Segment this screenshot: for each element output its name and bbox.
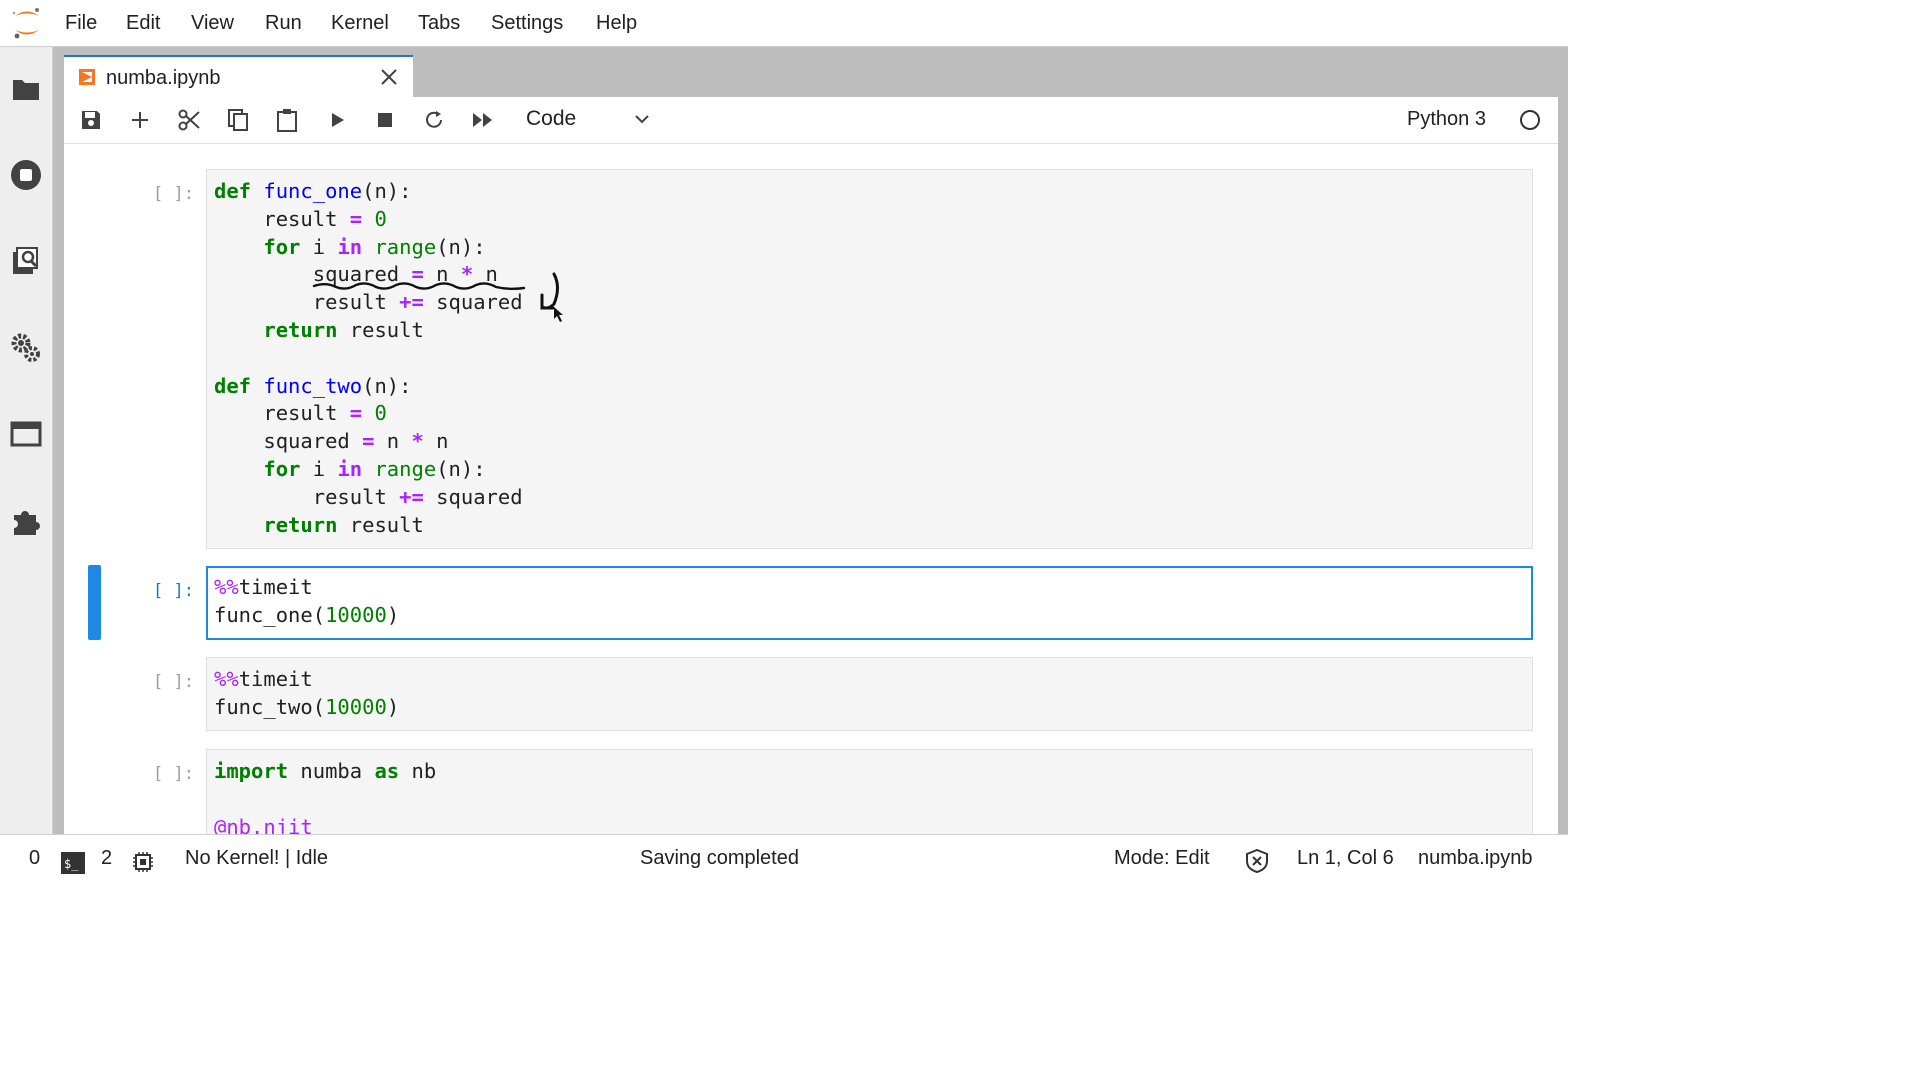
paste-icon[interactable] xyxy=(274,107,300,133)
extension-icon[interactable] xyxy=(10,505,42,537)
copy-icon[interactable] xyxy=(225,107,251,133)
kernel-state[interactable]: No Kernel! | Idle xyxy=(185,847,328,870)
kernel-chip-icon[interactable] xyxy=(132,851,154,873)
kernel-name[interactable]: Python 3 xyxy=(1407,108,1486,131)
cell-prompt: [ ]: xyxy=(153,184,194,204)
menu-file[interactable]: File xyxy=(65,12,97,35)
active-cell-indicator xyxy=(88,565,101,640)
menu-view[interactable]: View xyxy=(191,12,234,35)
save-icon[interactable] xyxy=(78,107,104,133)
left-sidebar xyxy=(0,47,53,834)
edit-mode: Mode: Edit xyxy=(1114,847,1210,869)
code-cell-input[interactable]: %%timeit func_two(10000) xyxy=(206,657,1533,731)
cell-prompt: [ ]: xyxy=(153,672,194,692)
stop-icon[interactable] xyxy=(372,107,398,133)
notebook-icon xyxy=(79,69,95,85)
menu-edit[interactable]: Edit xyxy=(126,12,160,35)
cell-prompt: [ ]: xyxy=(153,764,194,784)
code-cell-input[interactable]: %%timeit func_one(10000) xyxy=(206,566,1533,640)
kernel-count[interactable]: 2 xyxy=(101,847,112,870)
tabs-icon[interactable] xyxy=(10,418,42,450)
menu-kernel[interactable]: Kernel xyxy=(331,12,389,35)
running-kernels-icon[interactable] xyxy=(10,159,42,191)
menu-settings[interactable]: Settings xyxy=(491,12,563,35)
tab-label: numba.ipynb xyxy=(106,67,221,89)
jupyter-logo-icon[interactable] xyxy=(8,4,46,42)
cell-prompt: [ ]: xyxy=(153,581,194,601)
notebook-toolbar: Code Python 3 xyxy=(64,97,1558,144)
cell-type-select[interactable]: Code xyxy=(526,107,576,131)
terminal-count[interactable]: 0 xyxy=(29,847,40,870)
svg-text:$_: $_ xyxy=(64,857,79,871)
folder-icon[interactable] xyxy=(10,73,42,105)
code-cell-input[interactable]: def func_one(n): result = 0 for i in ran… xyxy=(206,169,1533,549)
kernel-status-icon xyxy=(1520,110,1540,130)
notebook-tab[interactable]: numba.ipynb xyxy=(64,55,413,97)
menu-run[interactable]: Run xyxy=(265,12,302,35)
terminal-icon[interactable]: $_ xyxy=(61,852,85,874)
property-inspector-icon[interactable] xyxy=(10,332,42,364)
code-text: %%timeit func_two(10000) xyxy=(214,667,400,719)
command-palette-icon[interactable] xyxy=(10,245,42,277)
status-file-name: numba.ipynb xyxy=(1418,847,1533,869)
run-icon[interactable] xyxy=(324,107,350,133)
menu-tabs[interactable]: Tabs xyxy=(418,12,460,35)
close-icon[interactable] xyxy=(379,67,399,87)
cut-icon[interactable] xyxy=(176,107,202,133)
code-text: def func_one(n): result = 0 for i in ran… xyxy=(214,179,523,537)
code-text: %%timeit func_one(10000) xyxy=(214,575,400,627)
chevron-down-icon[interactable] xyxy=(634,111,650,127)
cursor-position[interactable]: Ln 1, Col 6 xyxy=(1297,847,1394,870)
status-bar: 0 $_ 2 No Kernel! | Idle Saving complete… xyxy=(0,834,1568,883)
save-status: Saving completed xyxy=(640,847,799,869)
menu-bar: File Edit View Run Kernel Tabs Settings … xyxy=(0,0,1568,47)
notebook-panel: Code Python 3 [ ]: def func_one(n): resu… xyxy=(64,97,1558,849)
menu-help[interactable]: Help xyxy=(596,12,637,35)
trust-shield-icon[interactable] xyxy=(1245,849,1269,873)
add-cell-icon[interactable] xyxy=(127,107,153,133)
run-all-icon[interactable] xyxy=(470,107,496,133)
restart-icon[interactable] xyxy=(421,107,447,133)
